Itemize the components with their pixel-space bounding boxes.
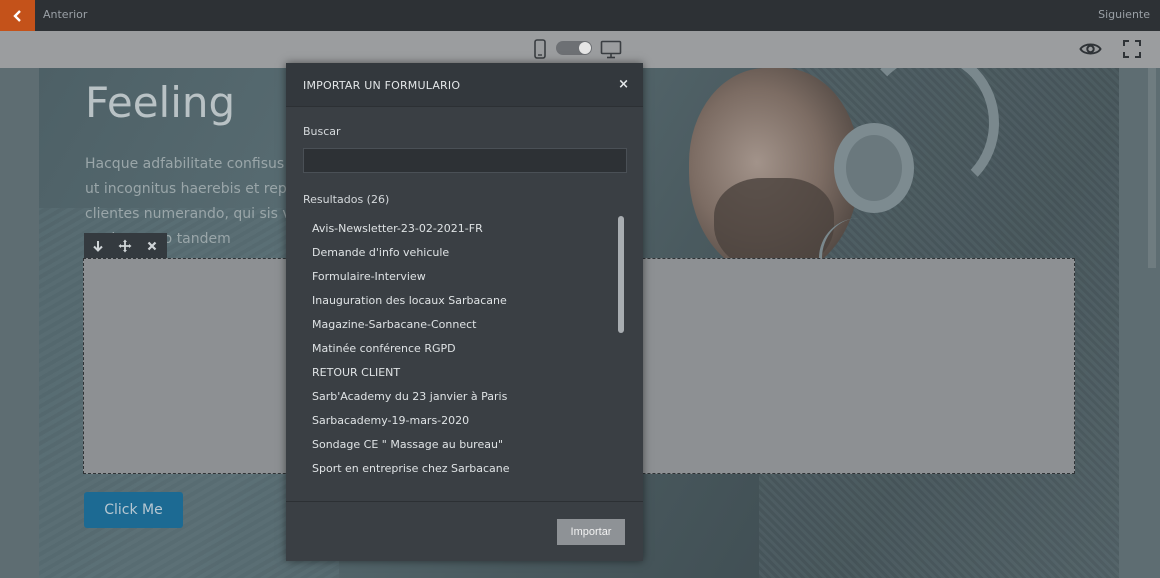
list-item[interactable]: Magazine-Sarbacane-Connect — [303, 313, 603, 337]
list-item[interactable]: Matinée conférence RGPD — [303, 337, 603, 361]
results-list: Avis-Newsletter-23-02-2021-FR Demande d'… — [303, 217, 603, 481]
close-button[interactable]: × — [618, 77, 629, 92]
list-item[interactable]: Inauguration des locaux Sarbacane — [303, 289, 603, 313]
device-toggle-knob — [579, 42, 591, 54]
eye-icon[interactable] — [1079, 40, 1102, 58]
list-item[interactable]: Sarbacademy-19-mars-2020 — [303, 409, 603, 433]
delete-block-button[interactable] — [138, 233, 165, 258]
results-count: Resultados (26) — [303, 193, 390, 206]
list-item[interactable]: RETOUR CLIENT — [303, 361, 603, 385]
results-scrollbar[interactable] — [618, 216, 624, 333]
list-item[interactable]: Sondage CE " Massage au bureau" — [303, 433, 603, 457]
headphone-cup — [834, 123, 914, 213]
canvas-margin-left — [0, 68, 39, 578]
move-button[interactable] — [111, 233, 138, 258]
device-toggle[interactable] — [556, 41, 592, 55]
next-link[interactable]: Siguiente — [1098, 8, 1150, 21]
list-item[interactable]: Sarb'Academy du 23 janvier à Paris — [303, 385, 603, 409]
import-button[interactable]: Importar — [557, 519, 625, 545]
list-item[interactable]: Demande d'info vehicule — [303, 241, 603, 265]
list-item[interactable]: Formulaire-Interview — [303, 265, 603, 289]
top-bar: Anterior Siguiente — [0, 0, 1160, 31]
list-item[interactable]: Sport en entreprise chez Sarbacane — [303, 457, 603, 481]
dialog-title: IMPORTAR UN FORMULARIO — [303, 79, 461, 92]
search-label: Buscar — [303, 125, 341, 138]
mobile-icon[interactable] — [533, 39, 547, 59]
canvas-scrollbar[interactable] — [1148, 68, 1156, 268]
dialog-header: IMPORTAR UN FORMULARIO × — [286, 63, 643, 107]
chevron-left-icon — [12, 9, 21, 22]
desktop-icon[interactable] — [600, 40, 622, 59]
dialog-footer-divider — [286, 501, 643, 502]
search-input[interactable] — [303, 148, 627, 173]
move-down-button[interactable] — [84, 233, 111, 258]
close-icon — [147, 241, 156, 250]
arrow-down-icon — [92, 240, 103, 252]
fullscreen-icon[interactable] — [1123, 40, 1141, 58]
back-button[interactable] — [0, 0, 35, 31]
import-form-dialog: IMPORTAR UN FORMULARIO × Buscar Resultad… — [286, 63, 643, 561]
block-toolbar — [84, 233, 167, 258]
list-item[interactable]: Avis-Newsletter-23-02-2021-FR — [303, 217, 603, 241]
click-me-button[interactable]: Click Me — [84, 492, 183, 528]
previous-link[interactable]: Anterior — [43, 8, 87, 21]
move-icon — [118, 239, 131, 252]
hero-title[interactable]: Feeling — [85, 78, 235, 127]
